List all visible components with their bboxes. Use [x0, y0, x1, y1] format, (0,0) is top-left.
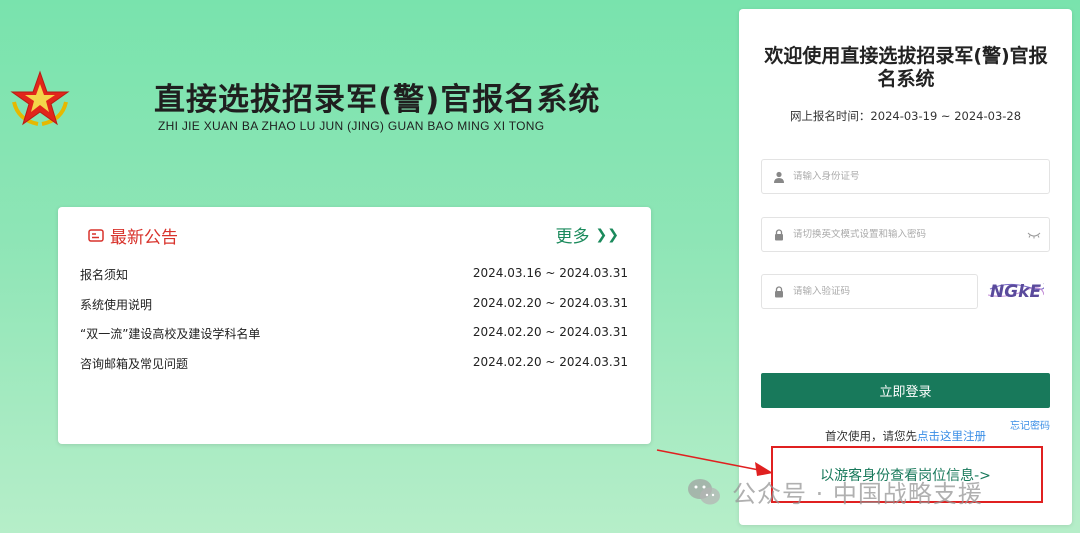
double-chevron-right-icon: ❯❯	[595, 226, 619, 243]
notice-item-date: 2024.02.20 ~ 2024.03.31	[472, 325, 628, 340]
more-link[interactable]: 更多 ❯❯	[555, 222, 619, 248]
notice-item-title: 咨询邮箱及常见问题	[80, 356, 189, 371]
notice-item[interactable]: 咨询邮箱及常见问题 2024.02.20 ~ 2024.03.31	[80, 355, 628, 385]
notice-item-title: 报名须知	[80, 268, 129, 282]
wechat-icon	[688, 478, 720, 504]
captcha-field	[761, 274, 978, 309]
registration-period: 网上报名时间：2024-03-19 ~ 2024-03-28	[789, 109, 1022, 123]
notice-list: 报名须知 2024.03.16 ~ 2024.03.31 系统使用说明 2024…	[80, 266, 628, 384]
notice-icon	[88, 229, 104, 242]
system-title-pinyin: ZHI JIE XUAN BA ZHAO LU JUN (JING) GUAN …	[158, 119, 545, 133]
id-number-input[interactable]	[793, 171, 1049, 182]
login-panel: 欢迎使用直接选拔招录军(警)官报名系统 网上报名时间：2024-03-19 ~ …	[739, 9, 1072, 525]
register-link[interactable]: 点击这里注册	[917, 429, 986, 443]
register-prefix: 首次使用，请您先	[825, 429, 917, 443]
captcha-text: NGkE	[990, 282, 1041, 302]
password-field	[761, 217, 1050, 252]
more-label: 更多	[555, 227, 590, 247]
notice-header: 最新公告	[88, 223, 178, 248]
system-title: 直接选拔招录军(警)官报名系统	[154, 82, 601, 118]
login-title: 欢迎使用直接选拔招录军(警)官报名系统	[764, 45, 1048, 90]
notice-title: 最新公告	[110, 228, 178, 248]
emblem-logo	[10, 70, 70, 126]
notice-item-title: “双一流”建设高校及建设学科名单	[80, 327, 261, 342]
notice-item-date: 2024.02.20 ~ 2024.03.31	[472, 354, 628, 369]
captcha-image[interactable]: NGkE	[988, 277, 1044, 303]
login-button[interactable]: 立即登录	[761, 373, 1050, 408]
lock-icon	[775, 285, 783, 297]
eye-closed-icon[interactable]	[1027, 231, 1041, 239]
guest-view-link[interactable]: 以游客身份查看岗位信息->	[739, 465, 1072, 485]
notice-card: 最新公告 更多 ❯❯ 报名须知 2024.03.16 ~ 2024.03.31 …	[58, 207, 651, 444]
notice-item[interactable]: 系统使用说明 2024.02.20 ~ 2024.03.31	[80, 296, 628, 326]
notice-item-date: 2024.02.20 ~ 2024.03.31	[472, 295, 628, 310]
password-input[interactable]	[793, 229, 1027, 240]
user-icon	[774, 171, 784, 183]
notice-item-title: 系统使用说明	[80, 297, 153, 312]
id-number-field	[761, 159, 1050, 194]
notice-item-date: 2024.03.16 ~ 2024.03.31	[472, 266, 628, 280]
captcha-input[interactable]	[793, 286, 977, 297]
notice-item[interactable]: 报名须知 2024.03.16 ~ 2024.03.31	[80, 266, 628, 296]
lock-icon	[775, 228, 783, 240]
register-prompt: 首次使用，请您先点击这里注册	[739, 428, 1072, 444]
notice-item[interactable]: “双一流”建设高校及建设学科名单 2024.02.20 ~ 2024.03.31	[80, 325, 628, 355]
